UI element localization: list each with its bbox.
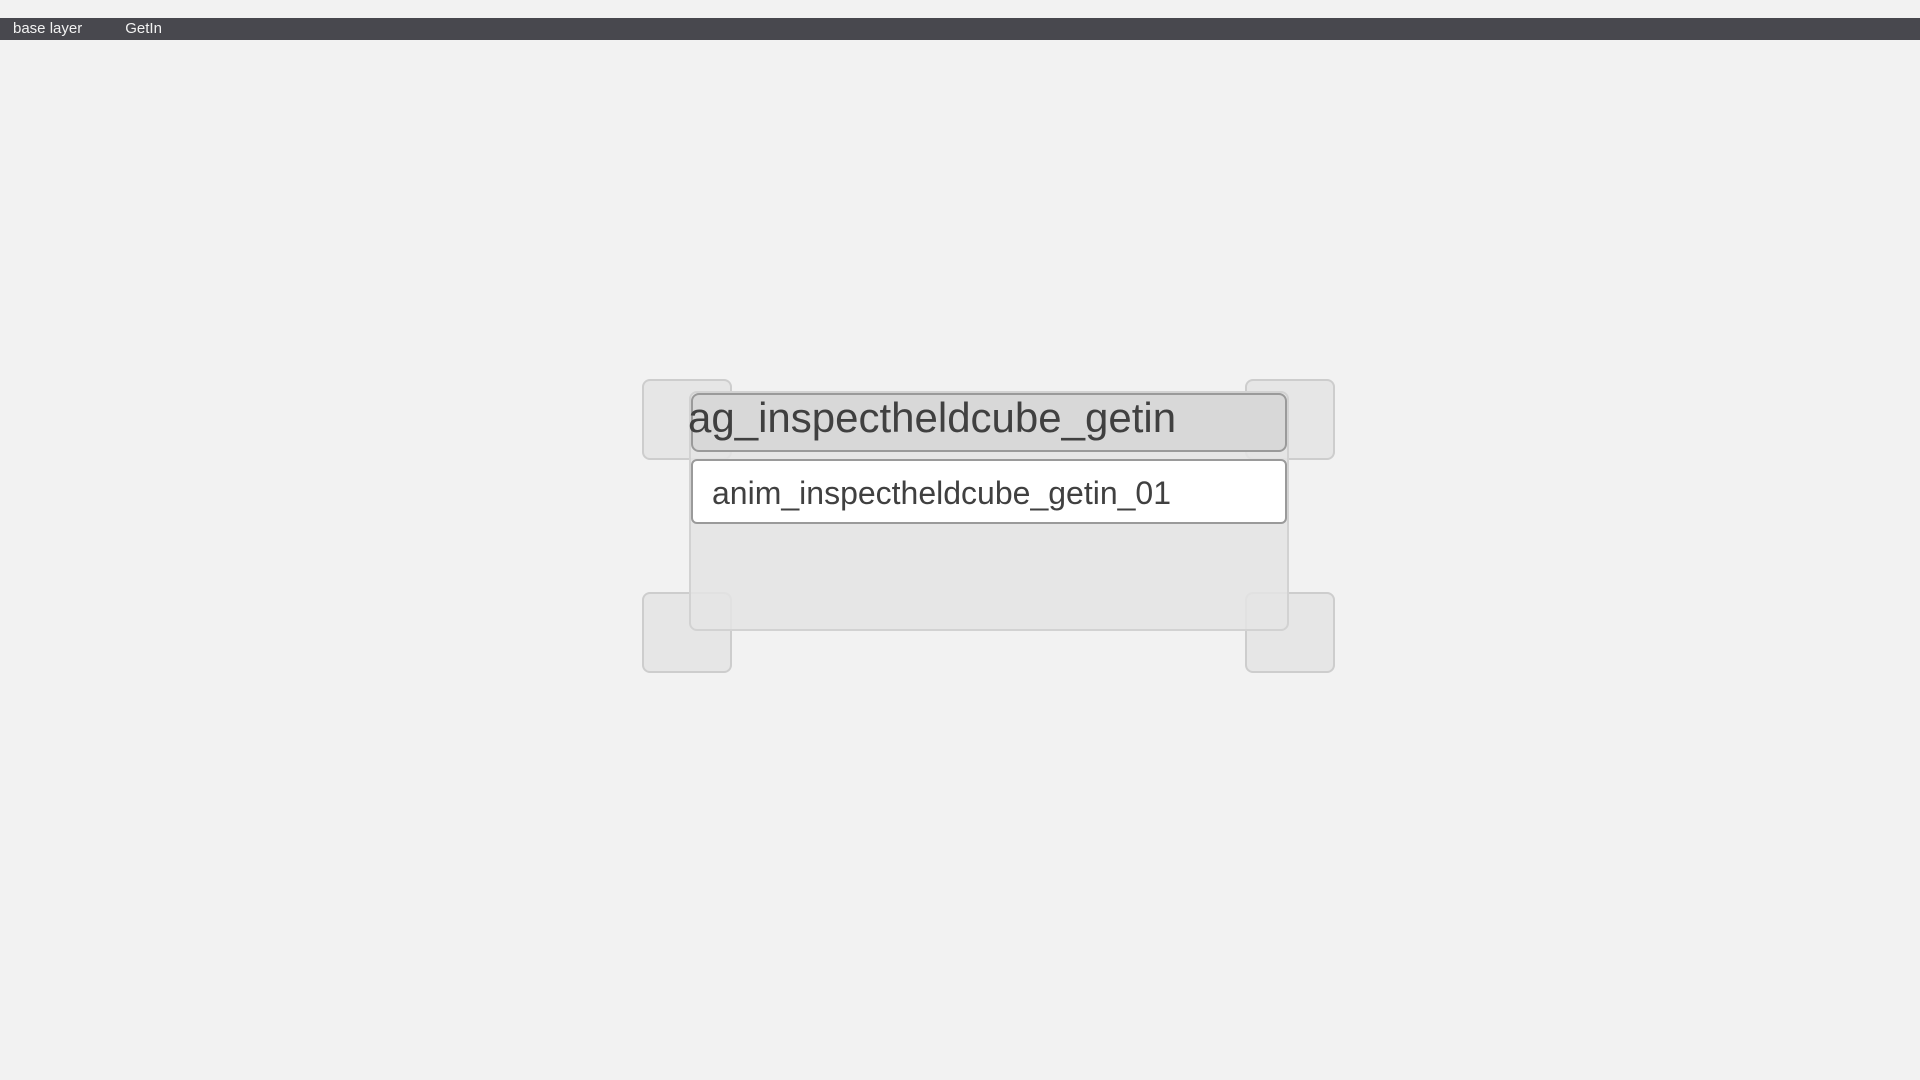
- node-title: ag_inspectheldcube_getin: [688, 394, 1177, 441]
- breadcrumb-item-base-layer[interactable]: base layer: [13, 18, 82, 40]
- animation-clip-label: anim_inspectheldcube_getin_01: [712, 475, 1172, 511]
- node-header[interactable]: ag_inspectheldcube_getin: [688, 393, 1287, 452]
- breadcrumb-item-getin[interactable]: GetIn: [125, 18, 162, 40]
- animation-clip-slot[interactable]: anim_inspectheldcube_getin_01: [691, 459, 1287, 524]
- graph-node[interactable]: ag_inspectheldcube_getin anim_inspecthel…: [688, 391, 1289, 631]
- animation-graph-editor: base layer GetIn ag_inspectheldcube_geti…: [0, 0, 1920, 1080]
- breadcrumb: base layer GetIn: [0, 18, 1920, 40]
